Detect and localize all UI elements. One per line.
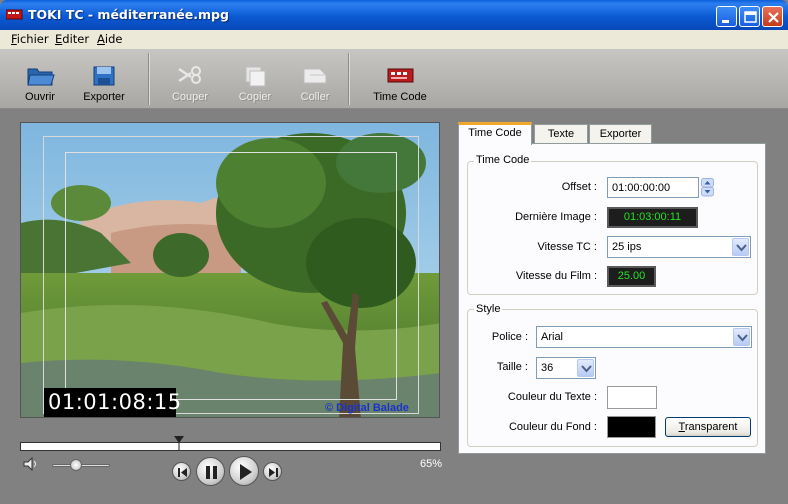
timecode-icon <box>387 68 414 83</box>
paste-label: Coller <box>300 91 330 103</box>
open-button[interactable]: Ouvrir <box>14 49 66 109</box>
last-image-display: 01:03:00:11 <box>607 207 698 228</box>
menu-fichier[interactable]: Fichier <box>11 32 49 46</box>
minimize-button[interactable] <box>716 6 737 27</box>
chevron-down-icon <box>737 334 748 342</box>
open-label: Ouvrir <box>25 91 55 103</box>
zoom-level: 65% <box>420 458 443 470</box>
style-group-title: Style <box>474 303 503 315</box>
previous-icon <box>178 468 187 477</box>
play-icon <box>240 464 252 480</box>
size-dropdown-button[interactable] <box>577 359 594 377</box>
copy-label: Copier <box>238 91 272 103</box>
previous-button[interactable] <box>172 462 191 481</box>
copy-button[interactable]: Copier <box>230 49 280 109</box>
offset-field[interactable]: 01:00:00:00 <box>607 177 699 198</box>
font-label: Police : <box>491 331 528 343</box>
video-preview[interactable]: 01:01:08:15 © Digital Balade <box>20 122 440 418</box>
size-value: 36 <box>541 362 554 374</box>
export-label: Exporter <box>83 91 125 103</box>
copyright-watermark: © Digital Balade <box>325 402 409 414</box>
transparent-label: ransparent <box>684 421 738 433</box>
export-icon <box>93 66 115 86</box>
safe-area-inner <box>65 152 397 400</box>
pause-button[interactable] <box>196 457 225 486</box>
transparent-button[interactable]: Transparent <box>665 417 751 437</box>
maximize-icon <box>744 11 757 23</box>
toolbar-separator <box>348 53 350 105</box>
tab-panel: Time Code Offset : 01:00:00:00 Dernière … <box>458 143 766 454</box>
open-folder-icon <box>27 68 55 86</box>
window-title: TOKI TC - méditerranée.mpg <box>28 7 229 22</box>
toolbar-separator <box>148 53 150 105</box>
last-image-label: Dernière Image : <box>515 211 597 223</box>
font-value: Arial <box>541 331 564 343</box>
paste-icon <box>303 68 327 84</box>
text-color-label: Couleur du Texte : <box>507 391 597 403</box>
volume-icon[interactable] <box>23 457 39 471</box>
tab-texte[interactable]: Texte <box>534 124 588 144</box>
play-button[interactable] <box>229 456 259 486</box>
offset-label: Offset : <box>561 181 597 193</box>
bg-color-label: Couleur du Fond : <box>508 421 597 433</box>
cut-scissors-icon <box>178 66 201 84</box>
next-icon <box>269 468 278 477</box>
timecode-label: Time Code <box>373 91 427 103</box>
menu-editer[interactable]: Editer <box>55 32 89 46</box>
font-dropdown-button[interactable] <box>733 328 750 346</box>
offset-spinner[interactable] <box>701 178 714 197</box>
close-icon <box>768 12 779 23</box>
cut-label: Couper <box>171 91 209 103</box>
size-select[interactable]: 36 <box>536 357 596 379</box>
toolbar: Ouvrir Exporter Couper Copier Coller Tim… <box>0 49 788 109</box>
tc-speed-label: Vitesse TC : <box>537 241 597 253</box>
playhead-marker[interactable] <box>174 436 184 450</box>
tc-speed-dropdown-button[interactable] <box>732 238 749 256</box>
timecode-group-title: Time Code <box>474 154 532 166</box>
app-icon <box>6 9 23 20</box>
menu-aide-accel: A <box>97 32 105 46</box>
tc-speed-value: 25 ips <box>612 241 642 253</box>
tc-speed-select[interactable]: 25 ips <box>607 236 751 258</box>
menu-aide[interactable]: Aide <box>97 32 122 46</box>
minimize-icon <box>722 20 729 23</box>
chevron-down-icon <box>736 244 747 252</box>
pause-icon <box>206 466 217 479</box>
film-speed-label: Vitesse du Film : <box>515 270 597 282</box>
copy-icon <box>245 66 266 87</box>
chevron-down-icon <box>581 365 592 373</box>
bg-color-swatch[interactable] <box>607 416 656 438</box>
paste-button[interactable]: Coller <box>290 49 340 109</box>
cut-button[interactable]: Couper <box>165 49 215 109</box>
export-button[interactable]: Exporter <box>78 49 130 109</box>
menu-aide-label: ide <box>104 32 123 46</box>
volume-slider-knob[interactable] <box>70 459 82 471</box>
timeline-track[interactable] <box>20 442 441 451</box>
maximize-button[interactable] <box>739 6 760 27</box>
timecode-overlay: 01:01:08:15 <box>44 388 181 417</box>
close-button[interactable] <box>762 6 783 27</box>
text-color-swatch[interactable] <box>607 386 657 409</box>
font-select[interactable]: Arial <box>536 326 752 348</box>
size-label: Taille : <box>496 361 528 373</box>
menu-fichier-label: ichier <box>16 32 49 46</box>
tab-exporter[interactable]: Exporter <box>589 124 652 144</box>
menu-editer-label: diter <box>62 32 90 46</box>
tab-time-code[interactable]: Time Code <box>458 122 532 145</box>
title-bar[interactable]: TOKI TC - méditerranée.mpg <box>0 0 788 30</box>
menu-bar: Fichier Editer Aide <box>0 30 788 49</box>
next-button[interactable] <box>263 462 282 481</box>
film-speed-display: 25.00 <box>607 266 656 287</box>
timecode-button[interactable]: Time Code <box>370 49 430 109</box>
